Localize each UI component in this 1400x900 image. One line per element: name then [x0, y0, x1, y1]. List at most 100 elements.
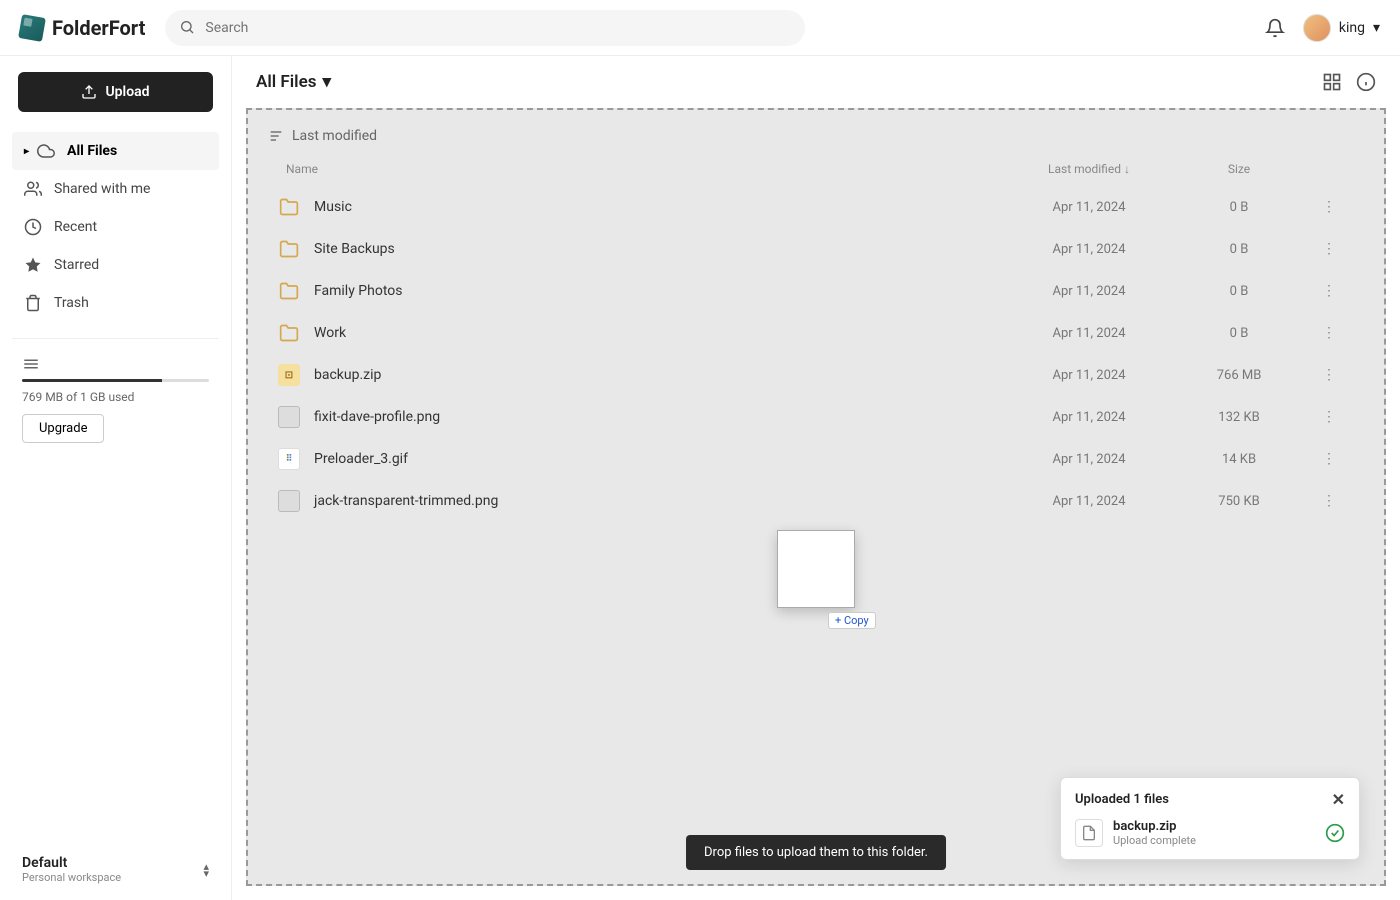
table-row[interactable]: Site BackupsApr 11, 20240 B⋮ [268, 228, 1364, 270]
row-menu-icon[interactable]: ⋮ [1304, 409, 1354, 425]
app-header: FolderFort king ▾ [0, 0, 1400, 56]
sidebar-item-trash[interactable]: Trash [12, 284, 219, 322]
file-modified: Apr 11, 2024 [1004, 410, 1174, 425]
column-modified[interactable]: Last modified ↓ [1004, 162, 1174, 176]
logo-icon [18, 14, 46, 42]
notifications-icon[interactable] [1265, 18, 1285, 38]
file-modified: Apr 11, 2024 [1004, 242, 1174, 257]
sort-label: Last modified [292, 128, 377, 144]
storage-widget: 769 MB of 1 GB used Upgrade [12, 355, 219, 443]
user-name: king [1339, 20, 1365, 36]
avatar [1303, 14, 1331, 42]
sidebar-item-label: Trash [54, 295, 89, 311]
file-size: 0 B [1174, 326, 1304, 341]
file-modified: Apr 11, 2024 [1004, 284, 1174, 299]
breadcrumb[interactable]: All Files ▾ [256, 72, 331, 92]
file-name: Site Backups [314, 241, 1004, 257]
chevron-down-icon: ▾ [1373, 20, 1380, 36]
storage-fill [22, 379, 162, 382]
trash-icon [24, 294, 42, 312]
expand-icon: ▸ [24, 146, 29, 157]
row-menu-icon[interactable]: ⋮ [1304, 451, 1354, 467]
workspace-switcher[interactable]: Default Personal workspace ▴▾ [12, 847, 219, 884]
row-menu-icon[interactable]: ⋮ [1304, 199, 1354, 215]
search-input[interactable] [165, 10, 805, 46]
file-modified: Apr 11, 2024 [1004, 452, 1174, 467]
main-panel: All Files ▾ Last modified Name Last modi… [232, 56, 1400, 900]
dropzone[interactable]: Last modified Name Last modified ↓ Size … [246, 108, 1386, 886]
row-menu-icon[interactable]: ⋮ [1304, 367, 1354, 383]
info-icon[interactable] [1356, 72, 1376, 92]
upload-icon [81, 84, 97, 100]
sidebar-item-starred[interactable]: Starred [12, 246, 219, 284]
sidebar-item-shared[interactable]: Shared with me [12, 170, 219, 208]
app-logo[interactable]: FolderFort [20, 16, 145, 40]
storage-bar [22, 379, 209, 382]
file-size: 750 KB [1174, 494, 1304, 509]
header-right: king ▾ [1265, 14, 1380, 42]
workspace-subtitle: Personal workspace [22, 871, 121, 884]
copy-badge: + Copy [828, 612, 876, 629]
file-size: 0 B [1174, 284, 1304, 299]
table-header: Name Last modified ↓ Size [268, 162, 1364, 186]
app-name: FolderFort [52, 16, 145, 40]
toast-item: backup.zip Upload complete [1075, 819, 1345, 847]
file-size: 0 B [1174, 200, 1304, 215]
close-icon[interactable]: ✕ [1332, 790, 1345, 809]
page-title: All Files [256, 72, 316, 92]
upload-label: Upload [105, 84, 149, 100]
view-controls [1322, 72, 1376, 92]
zip-icon: ⊡ [278, 364, 300, 386]
folder-icon [278, 196, 300, 218]
table-row[interactable]: fixit-dave-profile.pngApr 11, 2024132 KB… [268, 396, 1364, 438]
table-row[interactable]: Family PhotosApr 11, 20240 B⋮ [268, 270, 1364, 312]
file-modified: Apr 11, 2024 [1004, 494, 1174, 509]
sort-icon [268, 128, 284, 144]
toast-status: Upload complete [1113, 834, 1196, 847]
column-size[interactable]: Size [1174, 162, 1304, 176]
file-list: MusicApr 11, 20240 B⋮Site BackupsApr 11,… [268, 186, 1364, 522]
image-thumb-icon [278, 490, 300, 512]
file-size: 766 MB [1174, 368, 1304, 383]
upload-toast: Uploaded 1 files ✕ backup.zip Upload com… [1060, 777, 1360, 860]
sidebar-item-recent[interactable]: Recent [12, 208, 219, 246]
file-name: backup.zip [314, 367, 1004, 383]
folder-icon [278, 322, 300, 344]
toast-filename: backup.zip [1113, 819, 1196, 834]
table-row[interactable]: MusicApr 11, 20240 B⋮ [268, 186, 1364, 228]
folder-icon [278, 238, 300, 260]
file-name: jack-transparent-trimmed.png [314, 493, 1004, 509]
arrow-down-icon: ↓ [1124, 162, 1130, 176]
sort-control[interactable]: Last modified [268, 128, 1364, 144]
updown-icon: ▴▾ [203, 863, 209, 877]
sidebar-item-label: Starred [54, 257, 99, 273]
toast-title: Uploaded 1 files [1075, 792, 1169, 807]
file-name: Work [314, 325, 1004, 341]
folder-icon [278, 280, 300, 302]
file-icon [1075, 819, 1103, 847]
table-row[interactable]: ⠿Preloader_3.gifApr 11, 202414 KB⋮ [268, 438, 1364, 480]
column-name[interactable]: Name [278, 162, 1004, 176]
row-menu-icon[interactable]: ⋮ [1304, 283, 1354, 299]
table-row[interactable]: jack-transparent-trimmed.pngApr 11, 2024… [268, 480, 1364, 522]
divider [12, 338, 219, 339]
table-row[interactable]: ⊡backup.zipApr 11, 2024766 MB⋮ [268, 354, 1364, 396]
row-menu-icon[interactable]: ⋮ [1304, 493, 1354, 509]
drag-ghost [777, 530, 855, 608]
image-thumb-icon [278, 406, 300, 428]
sidebar-item-all-files[interactable]: ▸ All Files [12, 132, 219, 170]
star-icon [24, 256, 42, 274]
grid-view-icon[interactable] [1322, 72, 1342, 92]
upgrade-button[interactable]: Upgrade [22, 414, 104, 443]
file-size: 132 KB [1174, 410, 1304, 425]
file-size: 0 B [1174, 242, 1304, 257]
row-menu-icon[interactable]: ⋮ [1304, 325, 1354, 341]
search-container [165, 10, 805, 46]
table-row[interactable]: WorkApr 11, 20240 B⋮ [268, 312, 1364, 354]
row-menu-icon[interactable]: ⋮ [1304, 241, 1354, 257]
user-menu[interactable]: king ▾ [1303, 14, 1380, 42]
file-modified: Apr 11, 2024 [1004, 326, 1174, 341]
file-name: fixit-dave-profile.png [314, 409, 1004, 425]
sidebar: Upload ▸ All Files Shared with me Recent… [0, 56, 232, 900]
upload-button[interactable]: Upload [18, 72, 213, 112]
